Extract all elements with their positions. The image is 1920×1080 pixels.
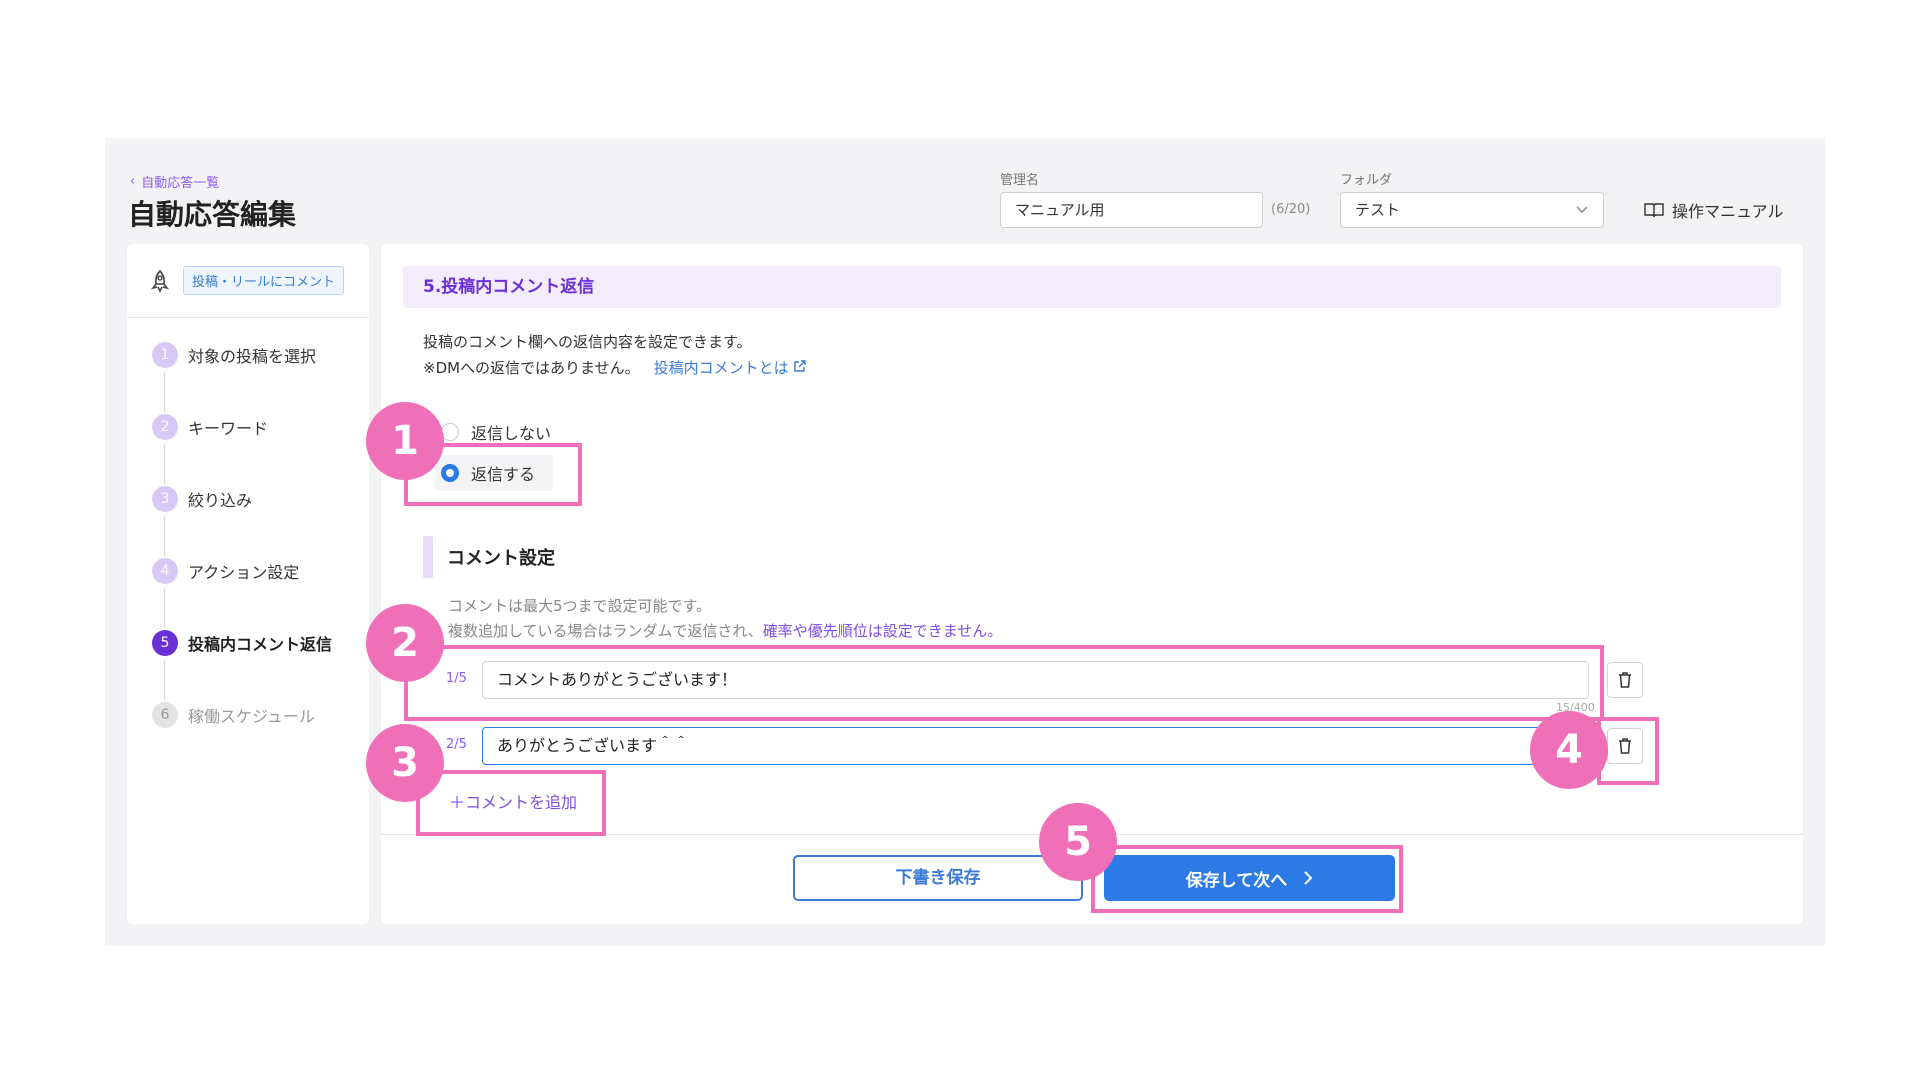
help-link-label: 投稿内コメントとは [653, 359, 789, 377]
delete-comment-2-button[interactable] [1607, 728, 1643, 764]
save-next-label: 保存して次へ [1185, 870, 1288, 891]
sidebar-header: 投稿・リールにコメント [127, 244, 369, 318]
step-sidebar: 投稿・リールにコメント 1 対象の投稿を選択 2 キーワード 3 絞り込み 4 … [127, 244, 369, 924]
step-connector [164, 372, 165, 412]
step-item-4[interactable]: 4 アクション設定 [152, 558, 369, 628]
step-label: キーワード [188, 419, 269, 438]
folder-value: テスト [1355, 201, 1401, 219]
note-line-1: コメントは最大5つまで設定可能です。 [448, 597, 712, 615]
step-list: 1 対象の投稿を選択 2 キーワード 3 絞り込み 4 アクション設定 5 投稿… [127, 318, 369, 728]
step-number: 2 [152, 414, 178, 440]
step-number: 4 [152, 558, 178, 584]
comment-index-1: 1/5 [446, 671, 467, 686]
save-draft-button[interactable]: 下書き保存 [793, 855, 1083, 901]
manual-link[interactable]: 操作マニュアル [1644, 198, 1784, 222]
step-number: 6 [152, 702, 178, 728]
save-next-button[interactable]: 保存して次へ [1104, 855, 1395, 901]
radio-no-reply[interactable]: 返信しない [441, 420, 551, 444]
step-badge-5: 5 [1039, 803, 1117, 881]
step-item-2[interactable]: 2 キーワード [152, 414, 369, 484]
step-label: 対象の投稿を選択 [188, 347, 317, 366]
step-item-5[interactable]: 5 投稿内コメント返信 [152, 630, 369, 700]
step-badge-4: 4 [1530, 711, 1608, 789]
comment-input-2[interactable]: ありがとうございます＾＾ [482, 727, 1589, 765]
radio-reply-label: 返信する [471, 465, 536, 484]
comment-settings-title: コメント設定 [447, 548, 555, 569]
note-line-2: 複数追加している場合はランダムで返信され、確率や優先順位は設定できません。 [448, 619, 1002, 644]
radio-circle[interactable] [441, 464, 459, 482]
step-connector [164, 516, 165, 556]
section-description: 投稿のコメント欄への返信内容を設定できます。 ※DMへの返信ではありません。 投稿… [423, 329, 807, 381]
name-label: 管理名 [1000, 173, 1040, 188]
step-number: 1 [152, 342, 178, 368]
step-connector [164, 588, 165, 628]
step-badge-1: 1 [366, 402, 444, 480]
manual-link-label: 操作マニュアル [1672, 202, 1784, 221]
desc-line-1: 投稿のコメント欄への返信内容を設定できます。 [423, 333, 752, 351]
step-label: アクション設定 [188, 563, 300, 582]
desc-line-2: ※DMへの返信ではありません。 投稿内コメントとは [423, 355, 807, 381]
step-connector [164, 444, 165, 484]
step-badge-3: 3 [366, 724, 444, 802]
comment-note: コメントは最大5つまで設定可能です。 複数追加している場合はランダムで返信され、… [448, 594, 1002, 644]
name-input[interactable]: マニュアル用 [1000, 192, 1263, 228]
comment-settings-heading: コメント設定 [423, 536, 555, 578]
step-label: 稼働スケジュール [188, 707, 315, 726]
note-line-2-text: 複数追加している場合はランダムで返信され、 [448, 622, 763, 640]
help-link[interactable]: 投稿内コメントとは [654, 359, 807, 377]
rocket-icon [151, 269, 169, 293]
trash-icon [1619, 738, 1631, 754]
section-title: 5.投稿内コメント返信 [403, 266, 1781, 308]
page-title: 自動応答編集 [128, 198, 297, 231]
add-comment-button[interactable]: ＋コメントを追加 [449, 789, 577, 813]
chevron-right-icon [1304, 871, 1313, 885]
step-number: 3 [152, 486, 178, 512]
heading-accent-bar [423, 536, 433, 578]
chevron-down-icon [1576, 206, 1588, 214]
desc-line-2-text: ※DMへの返信ではありません。 [423, 359, 640, 377]
radio-no-reply-label: 返信しない [471, 424, 552, 443]
delete-comment-1-button[interactable] [1607, 662, 1643, 698]
name-counter: (6/20) [1271, 202, 1311, 217]
comment-index-2: 2/5 [446, 737, 467, 752]
step-label: 投稿内コメント返信 [188, 635, 333, 654]
comment-input-1[interactable]: コメントありがとうございます！ [482, 661, 1589, 699]
trash-icon [1619, 672, 1631, 688]
external-link-icon [794, 360, 807, 372]
folder-label: フォルダ [1340, 173, 1393, 188]
note-emphasis: 確率や優先順位は設定できません。 [762, 622, 1003, 640]
breadcrumb[interactable]: ‹ 自動応答一覧 [130, 172, 219, 191]
step-label: 絞り込み [188, 491, 253, 510]
trigger-badge: 投稿・リールにコメント [183, 266, 345, 295]
radio-reply[interactable]: 返信する [435, 455, 554, 491]
step-item-6[interactable]: 6 稼働スケジュール [152, 702, 369, 728]
folder-select[interactable]: テスト [1340, 192, 1604, 228]
step-connector [164, 660, 165, 700]
step-item-3[interactable]: 3 絞り込み [152, 486, 369, 556]
breadcrumb-link[interactable]: 自動応答一覧 [141, 172, 219, 191]
step-number: 5 [152, 630, 178, 656]
step-badge-2: 2 [366, 604, 444, 682]
book-icon [1644, 203, 1664, 218]
step-item-1[interactable]: 1 対象の投稿を選択 [152, 342, 369, 412]
chevron-left-icon: ‹ [130, 174, 136, 189]
